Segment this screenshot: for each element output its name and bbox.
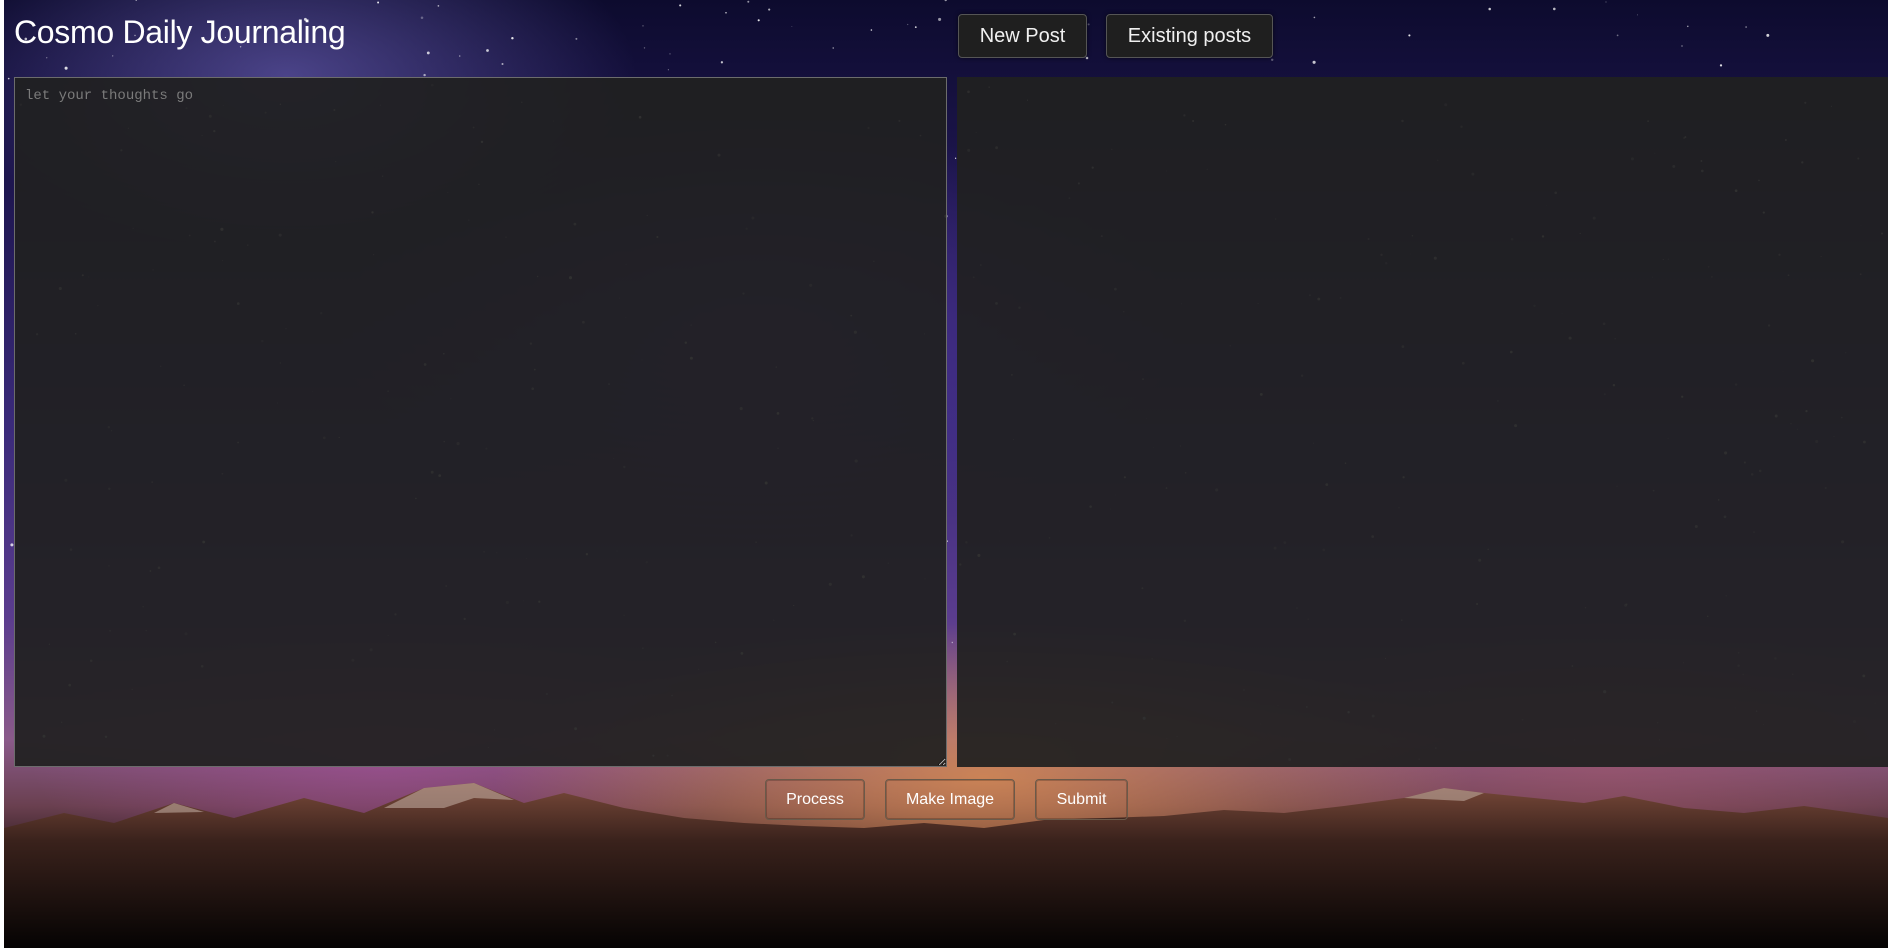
journal-entry-textarea[interactable] (14, 77, 947, 767)
make-image-button[interactable]: Make Image (885, 779, 1015, 820)
output-preview-panel (957, 77, 1888, 767)
page-title: Cosmo Daily Journaling (14, 14, 346, 50)
process-button[interactable]: Process (765, 779, 865, 820)
new-post-button[interactable]: New Post (958, 14, 1087, 58)
existing-posts-button[interactable]: Existing posts (1106, 14, 1273, 58)
page-background: Cosmo Daily Journaling New Post Existing… (4, 0, 1888, 948)
submit-button[interactable]: Submit (1035, 779, 1128, 820)
